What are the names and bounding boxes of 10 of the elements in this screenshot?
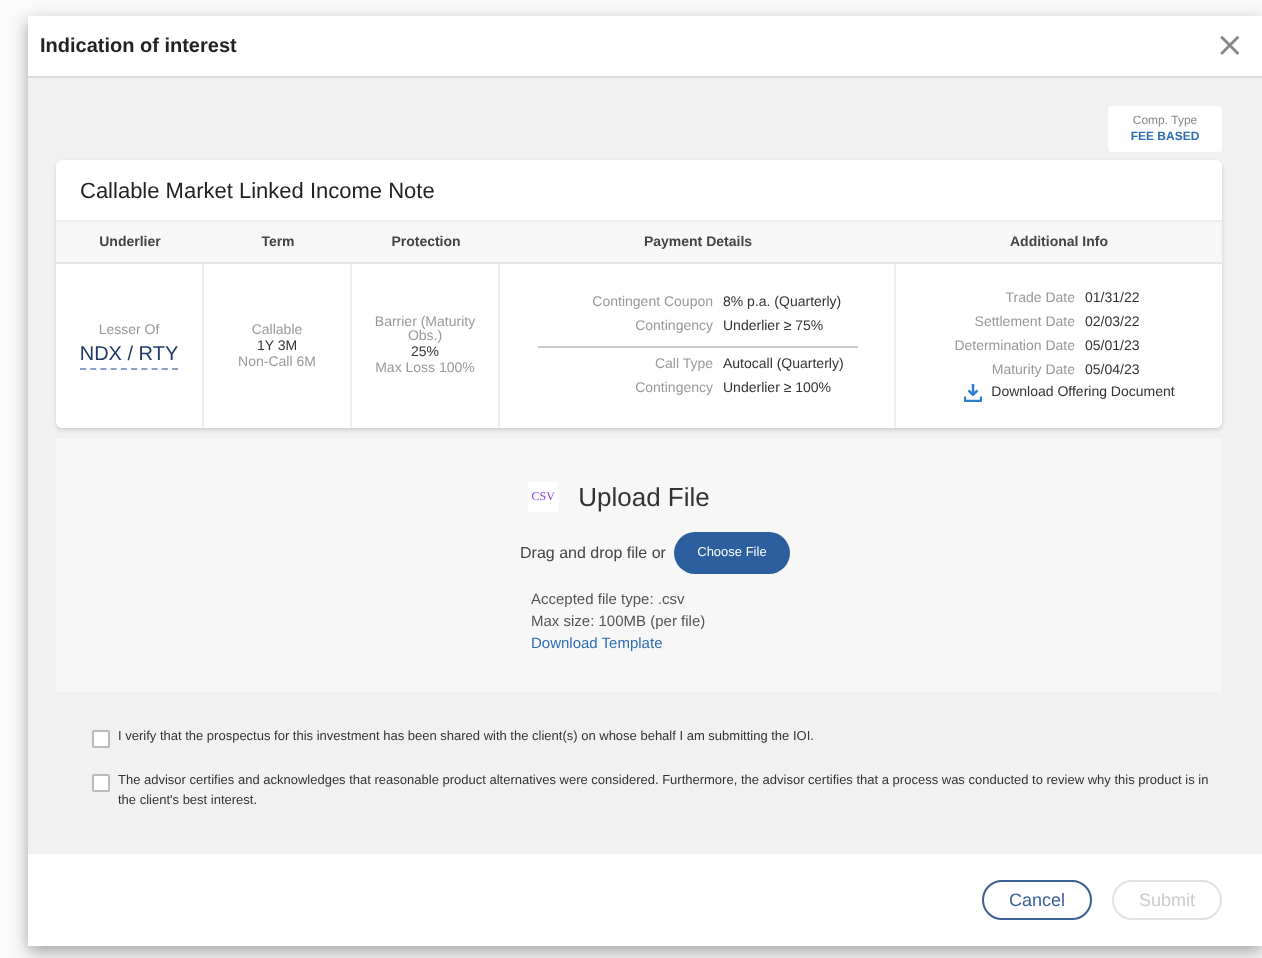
card-title: Callable Market Linked Income Note <box>80 180 435 204</box>
upload-title: Upload File <box>578 482 710 512</box>
download-icon <box>963 383 982 401</box>
cancel-button[interactable]: Cancel <box>982 880 1092 920</box>
close-button[interactable]: × <box>1215 29 1244 63</box>
dialog-title: Indication of interest <box>40 35 239 57</box>
drop-prompt: Drag and drop file or <box>520 544 666 562</box>
underlier-value[interactable]: NDX / RTY <box>79 343 179 369</box>
checkbox[interactable] <box>92 730 110 748</box>
checkbox[interactable] <box>92 774 110 792</box>
